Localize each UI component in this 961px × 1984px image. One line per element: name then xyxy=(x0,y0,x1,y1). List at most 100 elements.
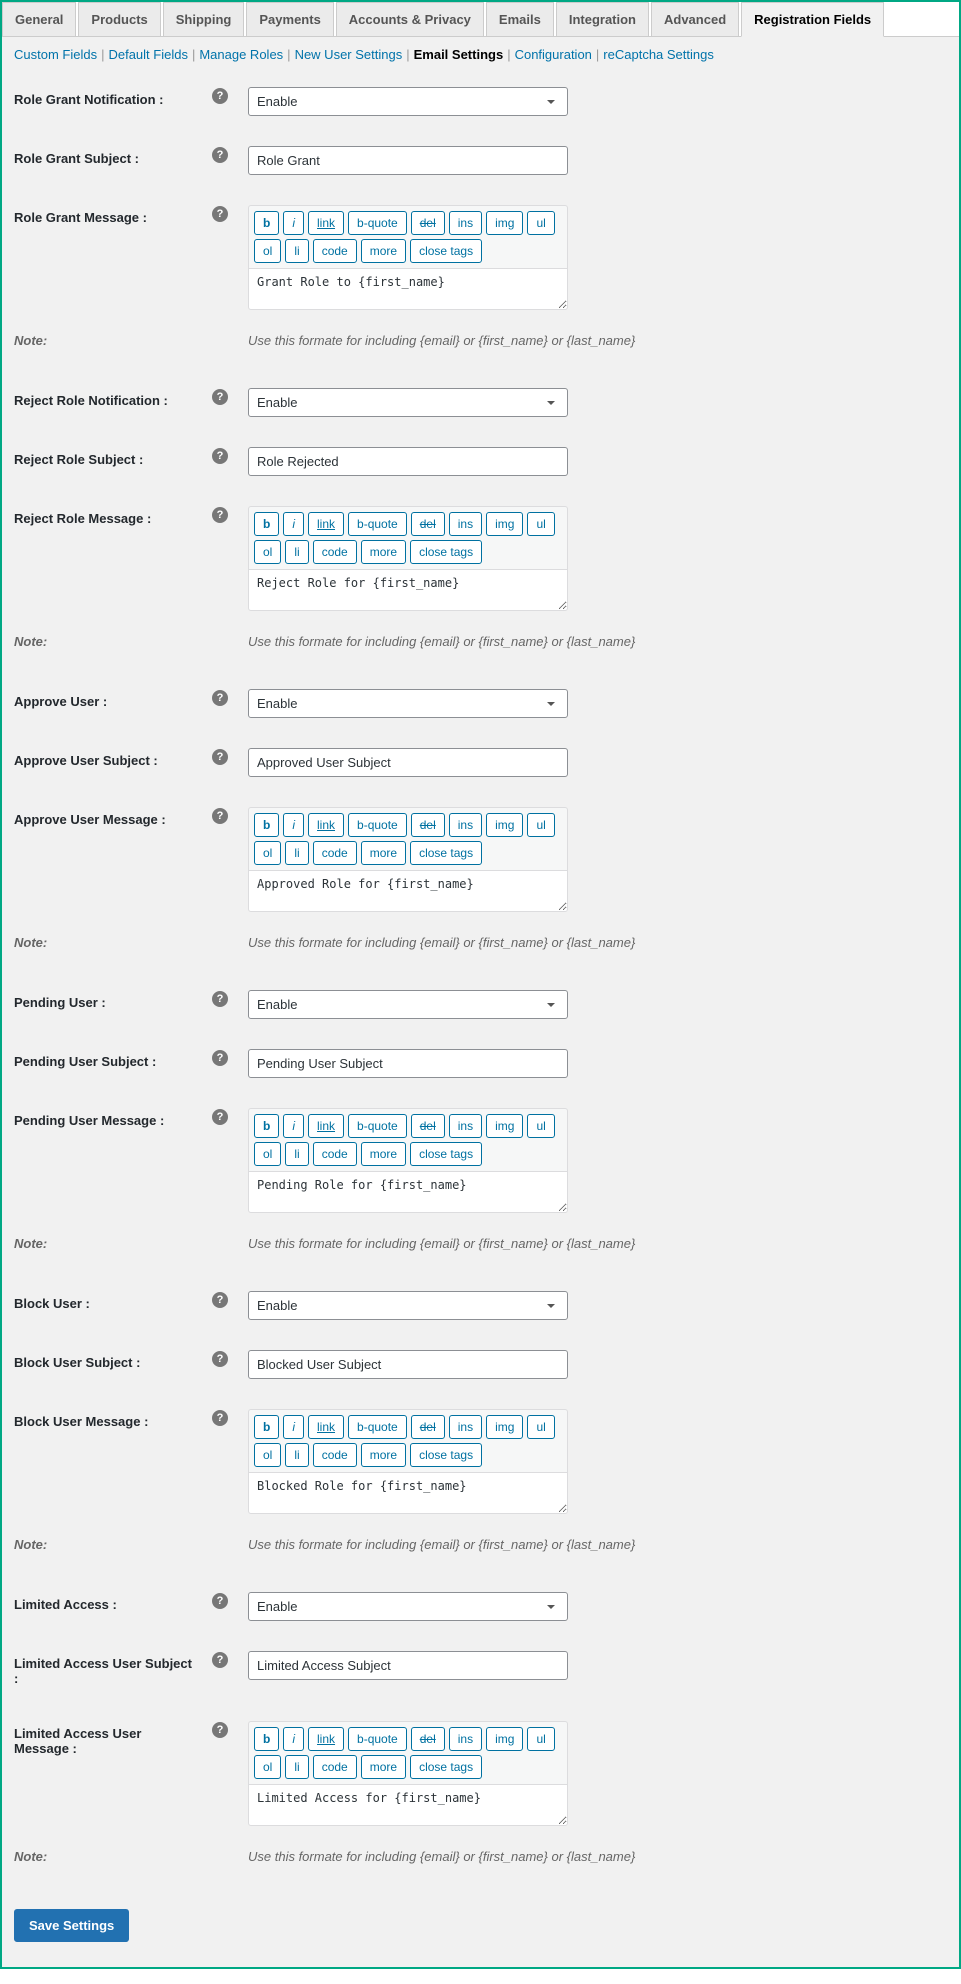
qt-more-button[interactable]: more xyxy=(361,1142,406,1166)
qt-del-button[interactable]: del xyxy=(411,1727,445,1751)
qt-code-button[interactable]: code xyxy=(313,1755,357,1779)
qt-img-button[interactable]: img xyxy=(486,211,523,235)
qt-code-button[interactable]: code xyxy=(313,1142,357,1166)
qt-li-button[interactable]: li xyxy=(285,239,308,263)
qt-bquote-button[interactable]: b-quote xyxy=(348,211,407,235)
subnav-new-user-settings[interactable]: New User Settings xyxy=(295,47,403,62)
qt-more-button[interactable]: more xyxy=(361,1755,406,1779)
qt-close-button[interactable]: close tags xyxy=(410,1443,482,1467)
qt-i-button[interactable]: i xyxy=(283,1727,304,1751)
qt-more-button[interactable]: more xyxy=(361,540,406,564)
qt-bquote-button[interactable]: b-quote xyxy=(348,1415,407,1439)
qt-link-button[interactable]: link xyxy=(308,512,344,536)
qt-b-button[interactable]: b xyxy=(254,1114,279,1138)
qt-ol-button[interactable]: ol xyxy=(254,1443,281,1467)
reject-subject-input[interactable] xyxy=(248,447,568,476)
qt-li-button[interactable]: li xyxy=(285,1443,308,1467)
qt-close-button[interactable]: close tags xyxy=(410,1755,482,1779)
qt-ins-button[interactable]: ins xyxy=(449,1114,482,1138)
block-notification-select[interactable]: Enable xyxy=(248,1291,568,1320)
qt-b-button[interactable]: b xyxy=(254,813,279,837)
pending-notification-select[interactable]: Enable xyxy=(248,990,568,1019)
qt-link-button[interactable]: link xyxy=(308,1415,344,1439)
qt-ol-button[interactable]: ol xyxy=(254,841,281,865)
grant-subject-input[interactable] xyxy=(248,146,568,175)
qt-i-button[interactable]: i xyxy=(283,1415,304,1439)
qt-li-button[interactable]: li xyxy=(285,1142,308,1166)
qt-ins-button[interactable]: ins xyxy=(449,813,482,837)
qt-ul-button[interactable]: ul xyxy=(527,1727,554,1751)
qt-code-button[interactable]: code xyxy=(313,239,357,263)
subnav-custom-fields[interactable]: Custom Fields xyxy=(14,47,97,62)
qt-ul-button[interactable]: ul xyxy=(527,1415,554,1439)
qt-li-button[interactable]: li xyxy=(285,841,308,865)
save-settings-button[interactable]: Save Settings xyxy=(14,1909,129,1942)
qt-close-button[interactable]: close tags xyxy=(410,1142,482,1166)
qt-code-button[interactable]: code xyxy=(313,540,357,564)
qt-i-button[interactable]: i xyxy=(283,512,304,536)
limited-message-textarea[interactable] xyxy=(248,1784,568,1826)
qt-close-button[interactable]: close tags xyxy=(410,239,482,263)
qt-del-button[interactable]: del xyxy=(411,512,445,536)
qt-ol-button[interactable]: ol xyxy=(254,540,281,564)
tab-advanced[interactable]: Advanced xyxy=(651,2,739,36)
qt-b-button[interactable]: b xyxy=(254,512,279,536)
limited-subject-input[interactable] xyxy=(248,1651,568,1680)
qt-ins-button[interactable]: ins xyxy=(449,512,482,536)
subnav-recaptcha-settings[interactable]: reCaptcha Settings xyxy=(603,47,714,62)
qt-more-button[interactable]: more xyxy=(361,1443,406,1467)
qt-i-button[interactable]: i xyxy=(283,211,304,235)
tab-integration[interactable]: Integration xyxy=(556,2,649,36)
reject-notification-select[interactable]: Enable xyxy=(248,388,568,417)
qt-del-button[interactable]: del xyxy=(411,1114,445,1138)
qt-img-button[interactable]: img xyxy=(486,813,523,837)
subnav-manage-roles[interactable]: Manage Roles xyxy=(199,47,283,62)
tab-payments[interactable]: Payments xyxy=(246,2,333,36)
approve-notification-select[interactable]: Enable xyxy=(248,689,568,718)
block-subject-input[interactable] xyxy=(248,1350,568,1379)
qt-ol-button[interactable]: ol xyxy=(254,1755,281,1779)
qt-more-button[interactable]: more xyxy=(361,239,406,263)
grant-notification-select[interactable]: Enable xyxy=(248,87,568,116)
qt-img-button[interactable]: img xyxy=(486,1114,523,1138)
approve-message-textarea[interactable] xyxy=(248,870,568,912)
qt-img-button[interactable]: img xyxy=(486,512,523,536)
qt-i-button[interactable]: i xyxy=(283,813,304,837)
tab-products[interactable]: Products xyxy=(78,2,160,36)
approve-subject-input[interactable] xyxy=(248,748,568,777)
grant-message-textarea[interactable] xyxy=(248,268,568,310)
tab-accounts-privacy[interactable]: Accounts & Privacy xyxy=(336,2,484,36)
qt-link-button[interactable]: link xyxy=(308,211,344,235)
qt-del-button[interactable]: del xyxy=(411,211,445,235)
qt-img-button[interactable]: img xyxy=(486,1727,523,1751)
qt-del-button[interactable]: del xyxy=(411,1415,445,1439)
qt-bquote-button[interactable]: b-quote xyxy=(348,813,407,837)
qt-ul-button[interactable]: ul xyxy=(527,813,554,837)
qt-b-button[interactable]: b xyxy=(254,1415,279,1439)
qt-close-button[interactable]: close tags xyxy=(410,841,482,865)
qt-li-button[interactable]: li xyxy=(285,1755,308,1779)
qt-bquote-button[interactable]: b-quote xyxy=(348,1114,407,1138)
qt-code-button[interactable]: code xyxy=(313,841,357,865)
qt-ul-button[interactable]: ul xyxy=(527,211,554,235)
qt-code-button[interactable]: code xyxy=(313,1443,357,1467)
qt-ins-button[interactable]: ins xyxy=(449,211,482,235)
tab-general[interactable]: General xyxy=(2,2,76,36)
subnav-default-fields[interactable]: Default Fields xyxy=(108,47,187,62)
qt-li-button[interactable]: li xyxy=(285,540,308,564)
qt-bquote-button[interactable]: b-quote xyxy=(348,1727,407,1751)
block-message-textarea[interactable] xyxy=(248,1472,568,1514)
qt-img-button[interactable]: img xyxy=(486,1415,523,1439)
qt-b-button[interactable]: b xyxy=(254,1727,279,1751)
qt-ol-button[interactable]: ol xyxy=(254,1142,281,1166)
qt-ol-button[interactable]: ol xyxy=(254,239,281,263)
qt-bquote-button[interactable]: b-quote xyxy=(348,512,407,536)
qt-b-button[interactable]: b xyxy=(254,211,279,235)
qt-ul-button[interactable]: ul xyxy=(527,1114,554,1138)
qt-ins-button[interactable]: ins xyxy=(449,1415,482,1439)
reject-message-textarea[interactable] xyxy=(248,569,568,611)
qt-link-button[interactable]: link xyxy=(308,1114,344,1138)
subnav-email-settings[interactable]: Email Settings xyxy=(414,47,504,62)
pending-subject-input[interactable] xyxy=(248,1049,568,1078)
qt-link-button[interactable]: link xyxy=(308,1727,344,1751)
